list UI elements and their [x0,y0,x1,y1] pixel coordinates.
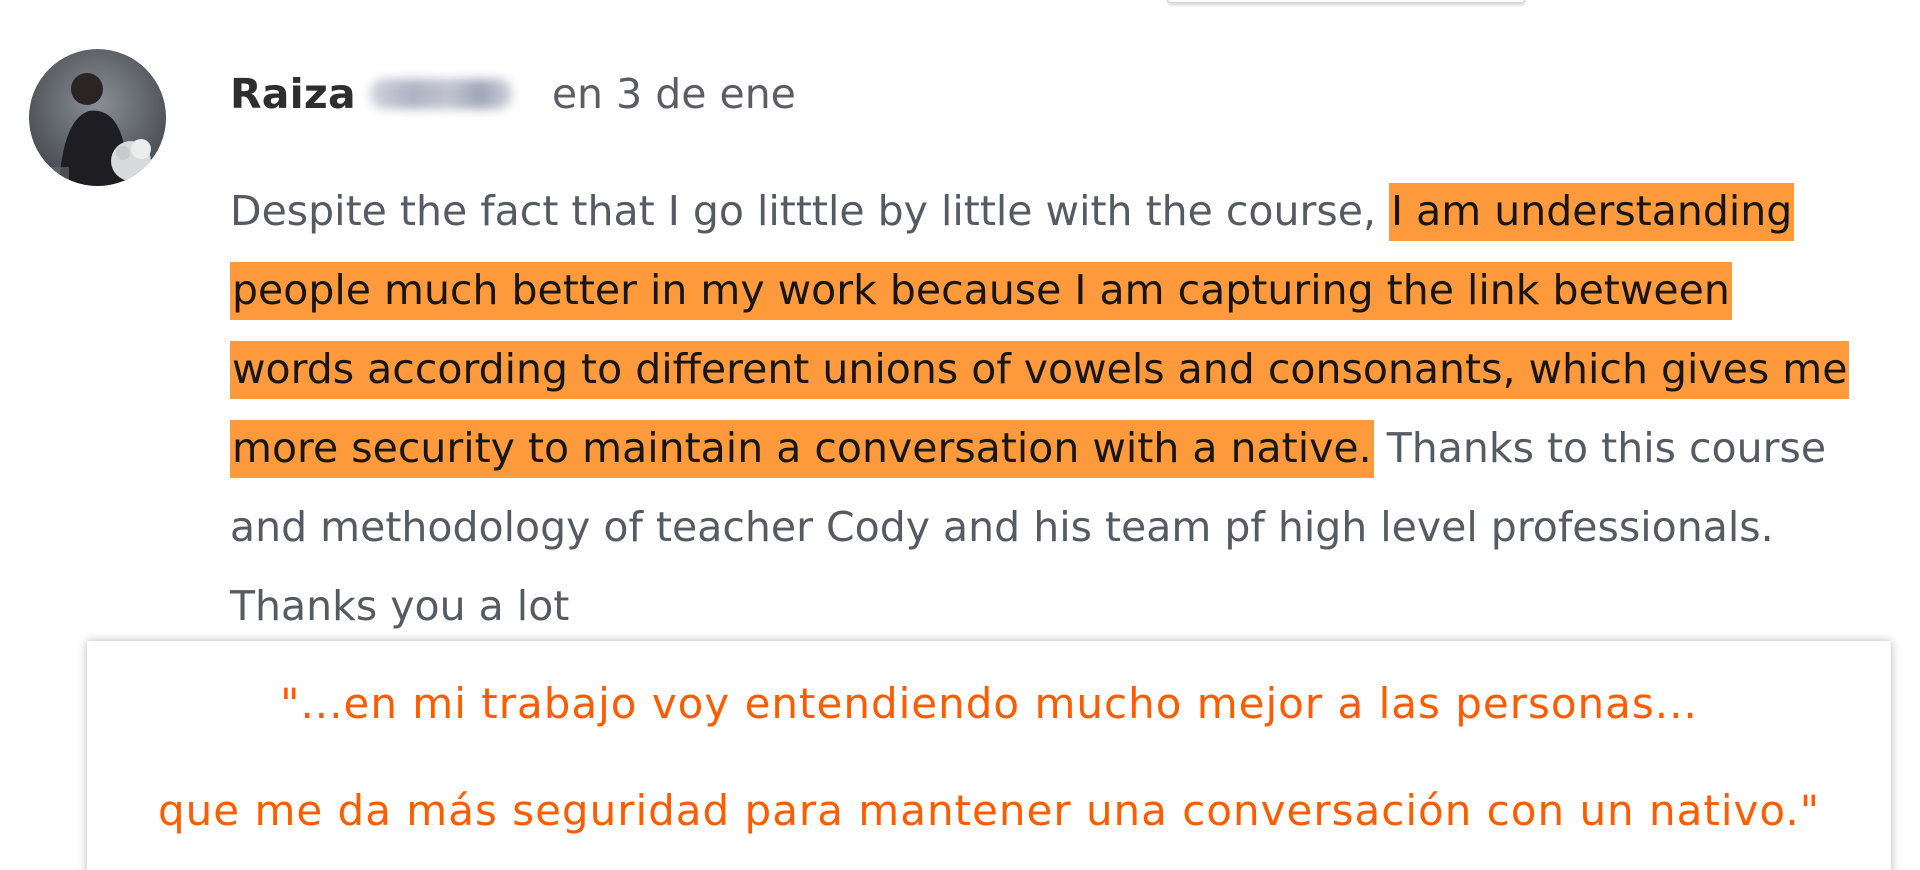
review-text-highlight: I am understanding [1389,183,1795,241]
comment-date: en 3 de ene [551,70,796,118]
tab-edge [1167,0,1525,3]
quote-line-1: "...en mi trabajo voy entendiendo mucho … [280,679,1698,728]
review-text-highlight: people much better in my work because I … [230,262,1732,320]
avatar[interactable] [29,49,166,186]
review-text-highlight: words according to different unions of v… [230,341,1850,399]
review-text-plain: Thanks to this course [1373,424,1827,472]
review-text-highlight: more security to maintain a conversation… [230,420,1374,478]
review-line: words according to different unions of v… [230,330,1910,409]
review-line: and methodology of teacher Cody and his … [230,488,1910,567]
translation-quote-box: "...en mi trabajo voy entendiendo mucho … [87,641,1891,870]
review-line: more security to maintain a conversation… [230,409,1910,488]
review-text-plain: Thanks you a lot [230,582,570,630]
comment-meta: Raiza en 3 de ene [230,70,796,118]
review-line: Thanks you a lot [230,567,1910,646]
comment-card: Raiza en 3 de ene Despite the fact that … [0,0,1920,870]
review-text-plain: and methodology of teacher Cody and his … [230,503,1774,551]
avatar-photo-icon [29,49,166,186]
review-line: people much better in my work because I … [230,251,1910,330]
review-text: Despite the fact that I go litttle by li… [230,172,1910,646]
review-line: Despite the fact that I go litttle by li… [230,172,1910,251]
quote-line-2: que me da más seguridad para mantener un… [157,786,1821,835]
review-text-plain: Despite the fact that I go litttle by li… [230,187,1390,235]
author-last-name-blurred [369,79,512,109]
author-first-name[interactable]: Raiza [230,70,356,118]
